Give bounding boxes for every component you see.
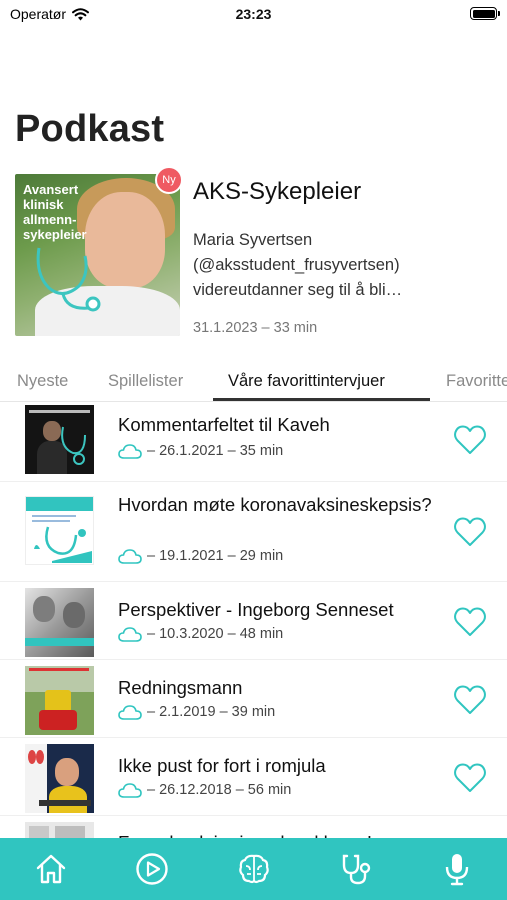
category-tabs: Nyeste Spillelister Våre favorittintervj… bbox=[0, 364, 507, 402]
episode-date-duration: – 19.1.2021 – 29 min bbox=[147, 548, 284, 564]
bottom-tab-bar bbox=[0, 838, 507, 900]
episode-thumbnail bbox=[25, 744, 94, 813]
episode-title: Kommentarfeltet til Kaveh bbox=[118, 414, 330, 435]
episode-title: Hvordan møte koronavaksineskepsis? bbox=[118, 494, 432, 515]
featured-episode[interactable]: Avansert klinisk allmenn-sykepleier Ny A… bbox=[15, 166, 495, 344]
stethoscope-art bbox=[36, 247, 101, 312]
episode-title: Redningsmann bbox=[118, 677, 243, 698]
page-title: Podkast bbox=[15, 108, 165, 150]
active-tab-indicator bbox=[213, 398, 430, 401]
episode-title: Ikke pust for fort i romjula bbox=[118, 755, 326, 776]
episode-meta: – 26.1.2021 – 35 min bbox=[118, 443, 283, 459]
cloud-icon bbox=[118, 627, 142, 642]
featured-meta: 31.1.2023 – 33 min bbox=[193, 320, 318, 336]
heart-icon[interactable] bbox=[453, 762, 487, 794]
episode-thumbnail bbox=[25, 496, 94, 565]
status-bar: Operatør 23:23 bbox=[0, 0, 507, 30]
episode-meta: – 10.3.2020 – 48 min bbox=[118, 626, 283, 642]
featured-artwork[interactable]: Avansert klinisk allmenn-sykepleier bbox=[15, 174, 180, 336]
heart-icon[interactable] bbox=[453, 684, 487, 716]
battery-icon bbox=[470, 7, 500, 20]
stethoscope-icon[interactable] bbox=[339, 852, 373, 886]
cloud-icon bbox=[118, 705, 142, 720]
episode-row[interactable]: Perspektiver - Ingeborg Senneset – 10.3.… bbox=[0, 582, 507, 660]
cloud-icon bbox=[118, 783, 142, 798]
brain-icon[interactable] bbox=[237, 852, 271, 886]
tab-spillelister[interactable]: Spillelister bbox=[108, 372, 183, 391]
tab-nyeste[interactable]: Nyeste bbox=[17, 372, 68, 391]
episode-row[interactable]: Ikke pust for fort i romjula – 26.12.201… bbox=[0, 738, 507, 816]
home-icon[interactable] bbox=[34, 852, 68, 886]
heart-icon[interactable] bbox=[453, 424, 487, 456]
clock: 23:23 bbox=[235, 6, 272, 22]
heart-icon[interactable] bbox=[453, 516, 487, 548]
cloud-icon bbox=[118, 444, 142, 459]
episode-thumbnail bbox=[25, 666, 94, 735]
heart-icon[interactable] bbox=[453, 606, 487, 638]
cloud-icon bbox=[118, 549, 142, 564]
episode-date-duration: – 26.12.2018 – 56 min bbox=[147, 782, 292, 798]
episode-meta: – 2.1.2019 – 39 min bbox=[118, 704, 275, 720]
new-badge: Ny bbox=[155, 166, 183, 194]
episode-row[interactable]: Hvordan møte koronavaksineskepsis? – 19.… bbox=[0, 482, 507, 582]
episode-date-duration: – 26.1.2021 – 35 min bbox=[147, 443, 284, 459]
artwork-text: Avansert klinisk allmenn-sykepleier bbox=[23, 182, 87, 242]
tab-favorittintervjuer[interactable]: Våre favorittintervjuer bbox=[228, 372, 385, 391]
play-icon[interactable] bbox=[135, 852, 169, 886]
episode-thumbnail bbox=[25, 405, 94, 474]
episode-title: Perspektiver - Ingeborg Senneset bbox=[118, 599, 394, 620]
episode-thumbnail bbox=[25, 588, 94, 657]
episode-meta: – 19.1.2021 – 29 min bbox=[118, 548, 283, 564]
episode-row[interactable]: Redningsmann – 2.1.2019 – 39 min bbox=[0, 660, 507, 738]
featured-title[interactable]: AKS-Sykepleier bbox=[193, 178, 361, 206]
episode-date-duration: – 10.3.2020 – 48 min bbox=[147, 626, 284, 642]
episode-row[interactable]: Kommentarfeltet til Kaveh – 26.1.2021 – … bbox=[0, 402, 507, 482]
featured-description: Maria Syvertsen (@aksstudent_frusyvertse… bbox=[193, 231, 403, 299]
tab-favoritter[interactable]: Favoritter bbox=[446, 372, 507, 391]
episode-meta: – 26.12.2018 – 56 min bbox=[118, 782, 291, 798]
episode-date-duration: – 2.1.2019 – 39 min bbox=[147, 704, 276, 720]
microphone-icon[interactable] bbox=[440, 852, 474, 886]
